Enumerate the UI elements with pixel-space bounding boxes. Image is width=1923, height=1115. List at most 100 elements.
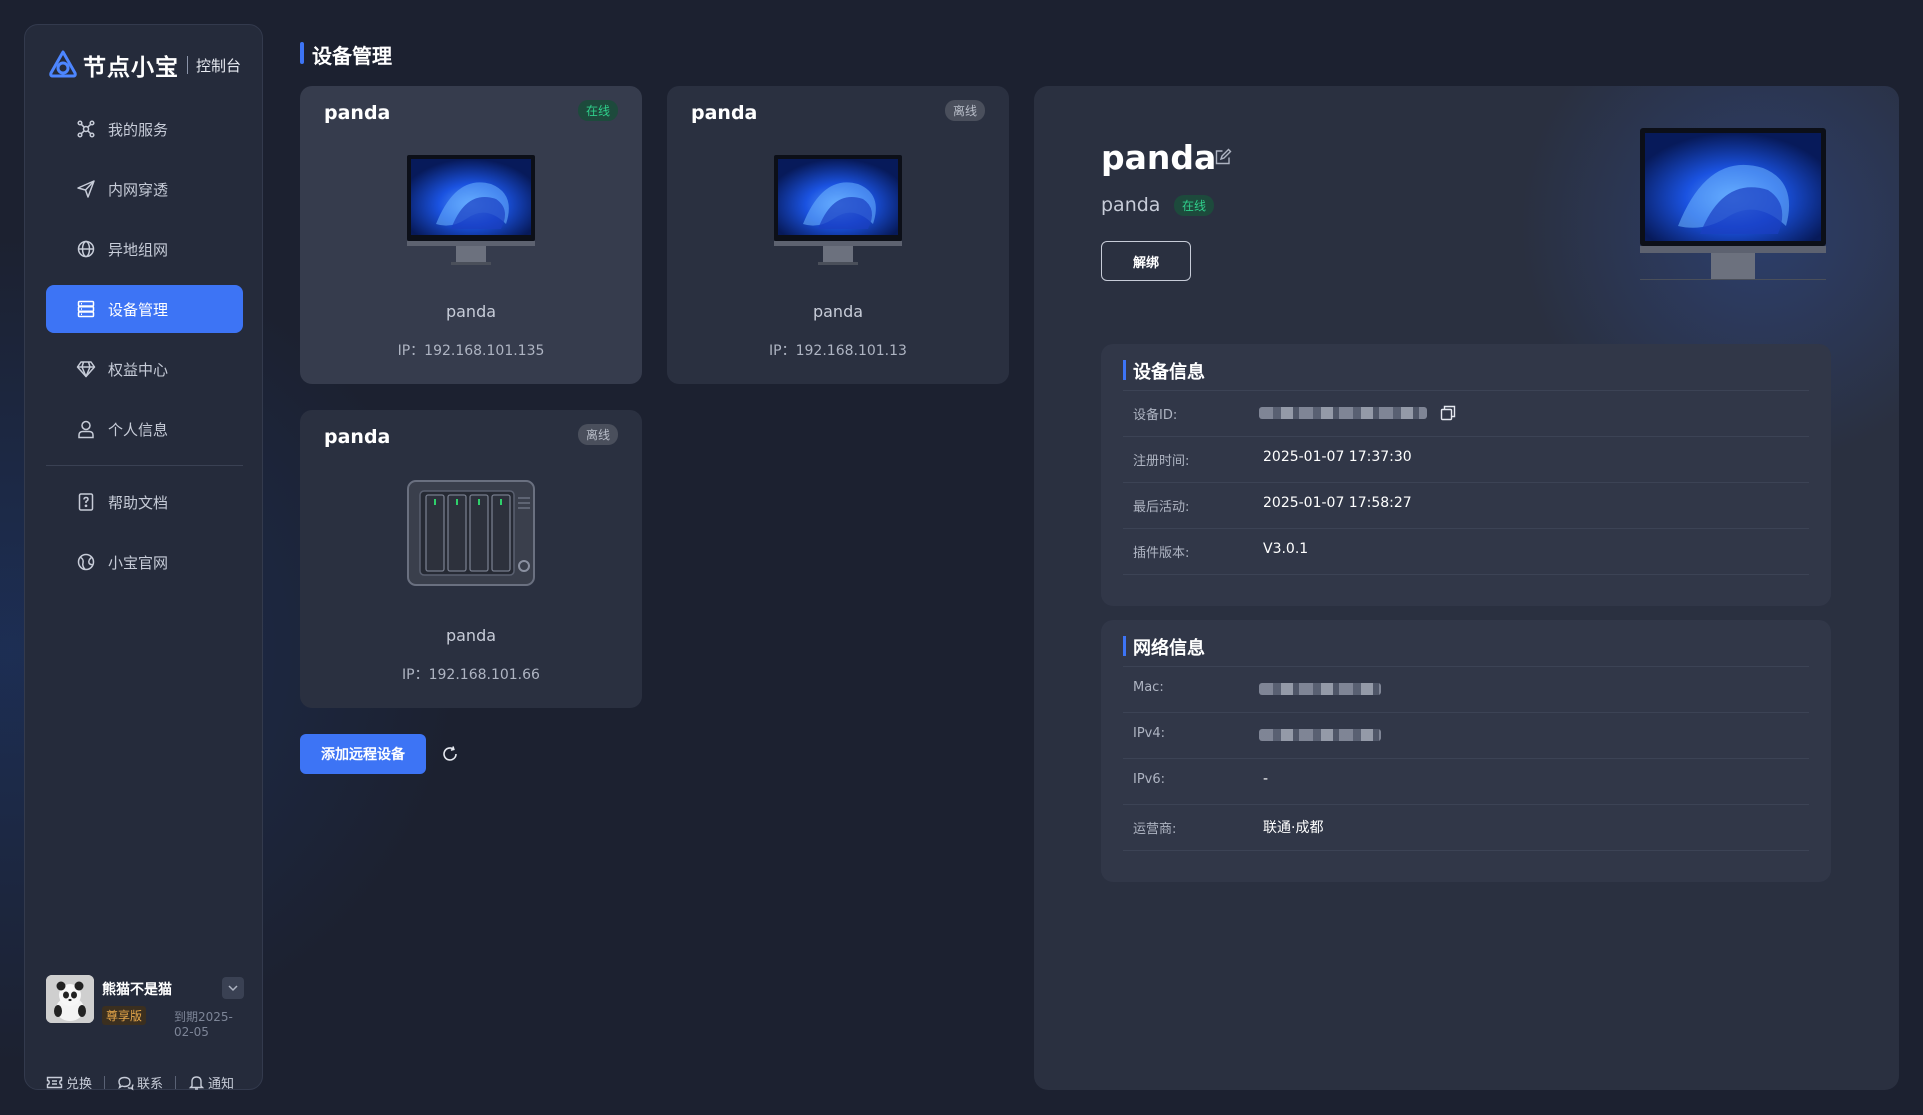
sidebar-item-profile[interactable]: 个人信息	[46, 405, 243, 453]
sidebar-item-tunnel[interactable]: 内网穿透	[46, 165, 243, 213]
redeem-label: 兑换	[66, 1077, 93, 1092]
help-doc-icon	[78, 493, 94, 511]
refresh-icon[interactable]	[440, 744, 460, 764]
contact-label: 联系	[137, 1077, 164, 1092]
info-row: Mac:	[1123, 666, 1809, 712]
status-badge: 在线	[577, 100, 618, 121]
device-card[interactable]: panda 在线 panda IP：192.168.101.135	[300, 86, 642, 384]
info-row: 运营商: 联通·成都	[1123, 804, 1809, 851]
sidebar-nav: 我的服务 内网穿透 异地组网 设备管理 权益中心 个人信息 帮助文档 小宝官网	[46, 105, 243, 598]
notify-label: 通知	[208, 1077, 235, 1092]
membership-expiry: 到期2025-02-05	[174, 1010, 233, 1039]
redeem-link[interactable]: 兑换	[46, 1073, 92, 1092]
info-key: 最后活动:	[1133, 500, 1190, 515]
user-dropdown-button[interactable]	[222, 977, 244, 999]
info-row: 设备ID:	[1123, 390, 1809, 436]
device-icon	[77, 300, 95, 318]
detail-device-name: panda	[1101, 138, 1217, 177]
sidebar-item-benefits[interactable]: 权益中心	[46, 345, 243, 393]
section-title: 设备信息	[1123, 358, 1205, 384]
detail-device-subtitle: panda	[1101, 194, 1161, 216]
info-key: IPv4:	[1133, 726, 1166, 741]
info-row: IPv4:	[1123, 712, 1809, 758]
device-detail-panel: panda panda 在线 解绑 设备信息 设备ID: 注册时间: 2025-…	[1034, 86, 1899, 1090]
sidebar-item-label: 内网穿透	[108, 180, 169, 199]
globe-icon	[77, 553, 95, 571]
device-info-section: 设备信息 设备ID: 注册时间: 2025-01-07 17:37:30 最后活…	[1101, 344, 1831, 606]
device-card-title: panda	[324, 102, 391, 124]
info-value: 2025-01-07 17:58:27	[1263, 495, 1412, 511]
device-name: panda	[812, 302, 864, 321]
info-value: 2025-01-07 17:37:30	[1263, 449, 1412, 465]
sidebar-item-my-services[interactable]: 我的服务	[46, 105, 243, 153]
diamond-icon	[76, 361, 96, 378]
sidebar-item-help-docs[interactable]: 帮助文档	[46, 478, 243, 526]
status-badge: 离线	[944, 100, 985, 121]
logo-subtitle: 控制台	[196, 56, 242, 75]
sidebar-item-label: 设备管理	[108, 300, 169, 319]
device-card[interactable]: panda 离线 panda IP：192.168.101.66	[300, 410, 642, 708]
info-value: -	[1263, 771, 1269, 787]
logo[interactable]: 节点小宝 控制台	[47, 47, 241, 83]
info-key: 注册时间:	[1133, 454, 1190, 469]
sidebar-item-remote-network[interactable]: 异地组网	[46, 225, 243, 273]
device-card-title: panda	[691, 102, 758, 124]
info-key: IPv6:	[1133, 772, 1166, 787]
sidebar-item-label: 异地组网	[108, 240, 169, 259]
bell-icon	[188, 1076, 205, 1090]
device-ip: IP：192.168.101.13	[769, 343, 907, 359]
services-icon	[77, 120, 95, 138]
device-card-title: panda	[324, 426, 391, 448]
edit-icon[interactable]	[1214, 148, 1232, 166]
add-remote-device-button[interactable]: 添加远程设备	[300, 734, 426, 774]
sidebar-item-device-management[interactable]: 设备管理	[46, 285, 243, 333]
sidebar-item-label: 权益中心	[108, 360, 169, 379]
device-name: panda	[445, 626, 497, 645]
footer-divider	[175, 1076, 177, 1089]
info-value: 联通·成都	[1263, 820, 1324, 836]
page-title: 设备管理	[300, 40, 392, 69]
info-row: IPv6: -	[1123, 758, 1809, 804]
user-icon	[78, 420, 94, 439]
sidebar-divider	[46, 465, 243, 466]
sidebar: 节点小宝 控制台 我的服务 内网穿透 异地组网 设备管理 权益中心 个人信息 帮…	[24, 24, 263, 1092]
device-card[interactable]: panda 离线 panda IP：192.168.101.13	[667, 86, 1009, 384]
monitor-icon	[774, 155, 902, 265]
info-key: Mac:	[1133, 680, 1164, 695]
panda-avatar-icon	[46, 975, 94, 1023]
sidebar-item-label: 帮助文档	[108, 493, 169, 512]
status-badge: 在线	[1174, 195, 1215, 216]
logo-divider	[187, 56, 188, 74]
monitor-icon	[407, 155, 535, 265]
device-ip: IP：192.168.101.66	[402, 667, 540, 683]
device-name: panda	[445, 302, 497, 321]
sidebar-item-label: 小宝官网	[108, 553, 169, 572]
info-key: 插件版本:	[1133, 546, 1190, 561]
contact-link[interactable]: 联系	[117, 1073, 163, 1092]
info-row: 最后活动: 2025-01-07 17:58:27	[1123, 482, 1809, 528]
user-footer: 兑换 联系 通知	[46, 1073, 246, 1092]
avatar[interactable]	[46, 975, 94, 1023]
info-value: V3.0.1	[1263, 541, 1309, 557]
user-name: 熊猫不是猫	[102, 982, 172, 998]
masked-value	[1259, 683, 1381, 695]
nas-icon	[407, 480, 535, 586]
chat-icon	[118, 1076, 134, 1091]
sidebar-item-label: 我的服务	[108, 120, 169, 139]
section-title: 网络信息	[1123, 634, 1205, 660]
chevron-down-icon	[228, 985, 238, 992]
membership-badge: 尊享版	[102, 1006, 147, 1025]
user-panel: 熊猫不是猫 尊享版 到期2025-02-05	[46, 975, 246, 1039]
masked-value	[1259, 407, 1427, 419]
unbind-button[interactable]: 解绑	[1101, 241, 1191, 281]
copy-icon[interactable]	[1439, 404, 1457, 422]
info-row: 注册时间: 2025-01-07 17:37:30	[1123, 436, 1809, 482]
masked-value	[1259, 729, 1381, 741]
footer-divider	[104, 1076, 106, 1089]
info-key: 设备ID:	[1133, 408, 1178, 423]
network-info-section: 网络信息 Mac: IPv4: IPv6: - 运营商: 联通·成都	[1101, 620, 1831, 882]
device-ip: IP：192.168.101.135	[397, 343, 545, 359]
notify-link[interactable]: 通知	[188, 1073, 234, 1092]
monitor-icon	[1640, 128, 1826, 280]
sidebar-item-official-site[interactable]: 小宝官网	[46, 538, 243, 586]
